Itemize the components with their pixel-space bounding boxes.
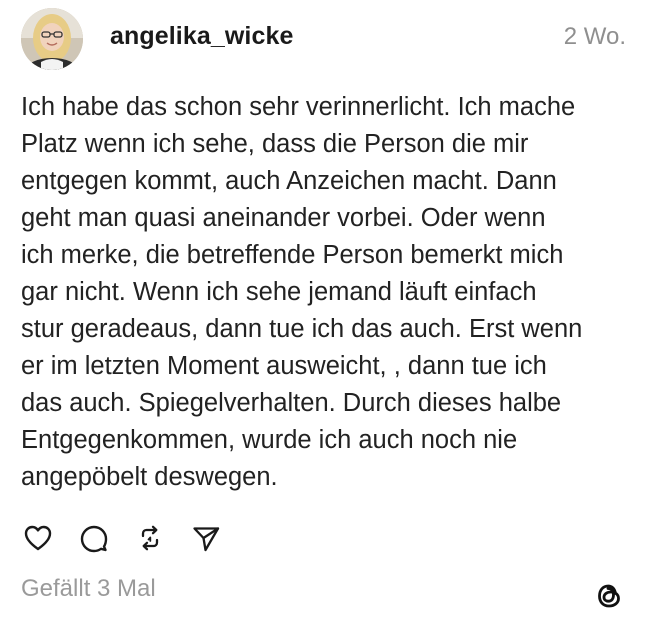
post-text-line: Entgegenkommen, wurde ich auch noch nie [21,426,518,454]
post-timestamp: 2 Wo. [563,23,626,50]
post-actions [18,518,242,558]
comment-button[interactable] [74,518,114,558]
send-icon [193,527,220,552]
post-text-line: stur geradeaus, dann tue ich das auch. E… [21,315,583,343]
like-count[interactable]: Gefällt 3 Mal [21,575,156,603]
threads-logo-icon [591,578,627,614]
repost-icon [141,525,159,551]
avatar[interactable] [21,8,83,70]
post-text-line: er im letzten Moment ausweicht, , dann t… [21,352,547,380]
post-text-line: das auch. Spiegelverhalten. Durch dieses… [21,389,562,417]
like-button[interactable] [18,518,58,558]
avatar-image [21,8,83,70]
post-text: Ich habe das schon sehr verinnerlicht. I… [21,89,633,496]
threads-post: angelika_wicke 2 Wo. Ich habe das schon … [0,0,645,633]
post-text-line: angepöbelt deswegen. [21,463,278,491]
post-text-line: geht man quasi aneinander vorbei. Oder w… [21,204,546,232]
post-text-line: gar nicht. Wenn ich sehe jemand läuft ei… [21,278,537,306]
username[interactable]: angelika_wicke [110,22,293,51]
post-text-line: entgegen kommt, auch Anzeichen macht. Da… [21,167,557,195]
heart-icon [24,525,52,551]
share-button[interactable] [186,518,226,558]
post-text-line: ich merke, die betreffende Person bemerk… [21,241,564,269]
comment-bubble-icon [80,525,108,553]
repost-button[interactable] [130,518,170,558]
post-text-line: Platz wenn ich sehe, dass die Person die… [21,130,529,158]
post-text-line: Ich habe das schon sehr verinnerlicht. I… [21,93,576,121]
